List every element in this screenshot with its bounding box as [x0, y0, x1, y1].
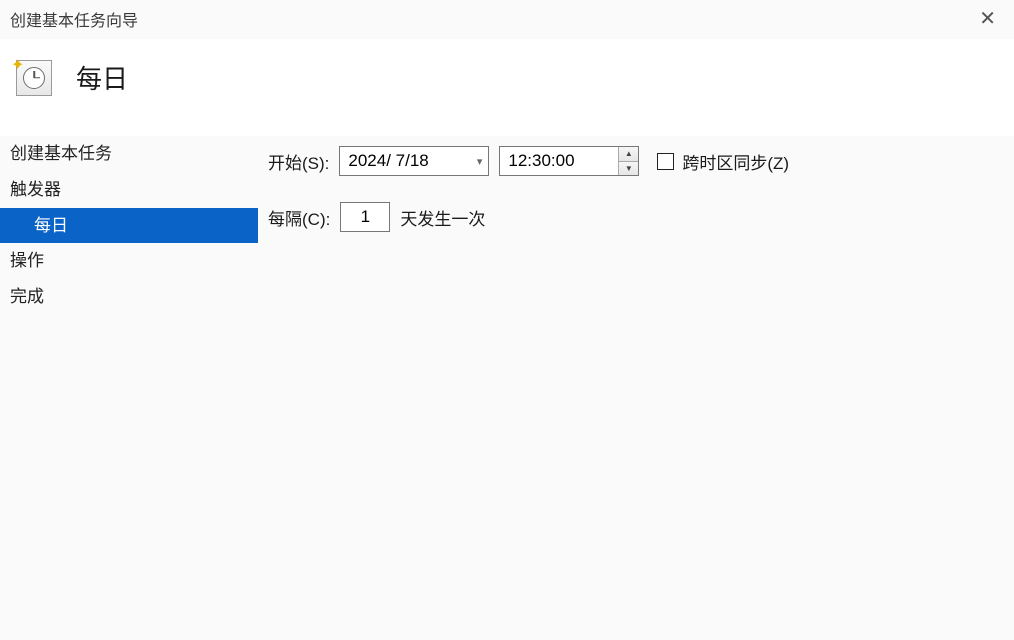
spinner-down-icon[interactable]: ▼ [619, 162, 638, 176]
start-time-value: 12:30:00 [508, 151, 574, 171]
page-title: 每日 [76, 59, 128, 96]
sync-timezone: 跨时区同步(Z) [657, 149, 789, 174]
sidebar-item-daily[interactable]: 每日 [0, 208, 258, 244]
sidebar-item-finish[interactable]: 完成 [0, 279, 258, 315]
close-icon[interactable]: ✕ [973, 6, 1002, 31]
sidebar-item-trigger[interactable]: 触发器 [0, 172, 258, 208]
scheduler-icon: ✦ [16, 60, 52, 96]
chevron-down-icon: ▾ [477, 155, 483, 168]
time-spinner: ▲ ▼ [618, 147, 638, 175]
start-date-value: 2024/ 7/18 [348, 151, 428, 171]
sidebar-item-action[interactable]: 操作 [0, 243, 258, 279]
recur-days-value: 1 [361, 207, 370, 227]
recur-label: 每隔(C): [268, 205, 330, 230]
sync-timezone-checkbox[interactable] [657, 153, 674, 170]
sync-timezone-label: 跨时区同步(Z) [682, 149, 789, 174]
spinner-up-icon[interactable]: ▲ [619, 147, 638, 162]
recur-suffix: 天发生一次 [400, 205, 485, 230]
wizard-steps-sidebar: 创建基本任务 触发器 每日 操作 完成 [0, 136, 258, 616]
window-title: 创建基本任务向导 [10, 7, 138, 31]
recur-days-input[interactable]: 1 [340, 202, 390, 232]
start-label: 开始(S): [268, 149, 329, 174]
wizard-body: 创建基本任务 触发器 每日 操作 完成 开始(S): 2024/ 7/18 ▾ … [0, 136, 1014, 616]
start-date-picker[interactable]: 2024/ 7/18 ▾ [339, 146, 489, 176]
start-time-picker[interactable]: 12:30:00 ▲ ▼ [499, 146, 639, 176]
recur-row: 每隔(C): 1 天发生一次 [268, 202, 994, 232]
step-content: 开始(S): 2024/ 7/18 ▾ 12:30:00 ▲ ▼ 跨时区同步(Z… [258, 136, 1014, 616]
wizard-header: ✦ 每日 [0, 39, 1014, 136]
titlebar: 创建基本任务向导 ✕ [0, 0, 1014, 39]
sidebar-item-create[interactable]: 创建基本任务 [0, 136, 258, 172]
start-row: 开始(S): 2024/ 7/18 ▾ 12:30:00 ▲ ▼ 跨时区同步(Z… [268, 146, 994, 176]
